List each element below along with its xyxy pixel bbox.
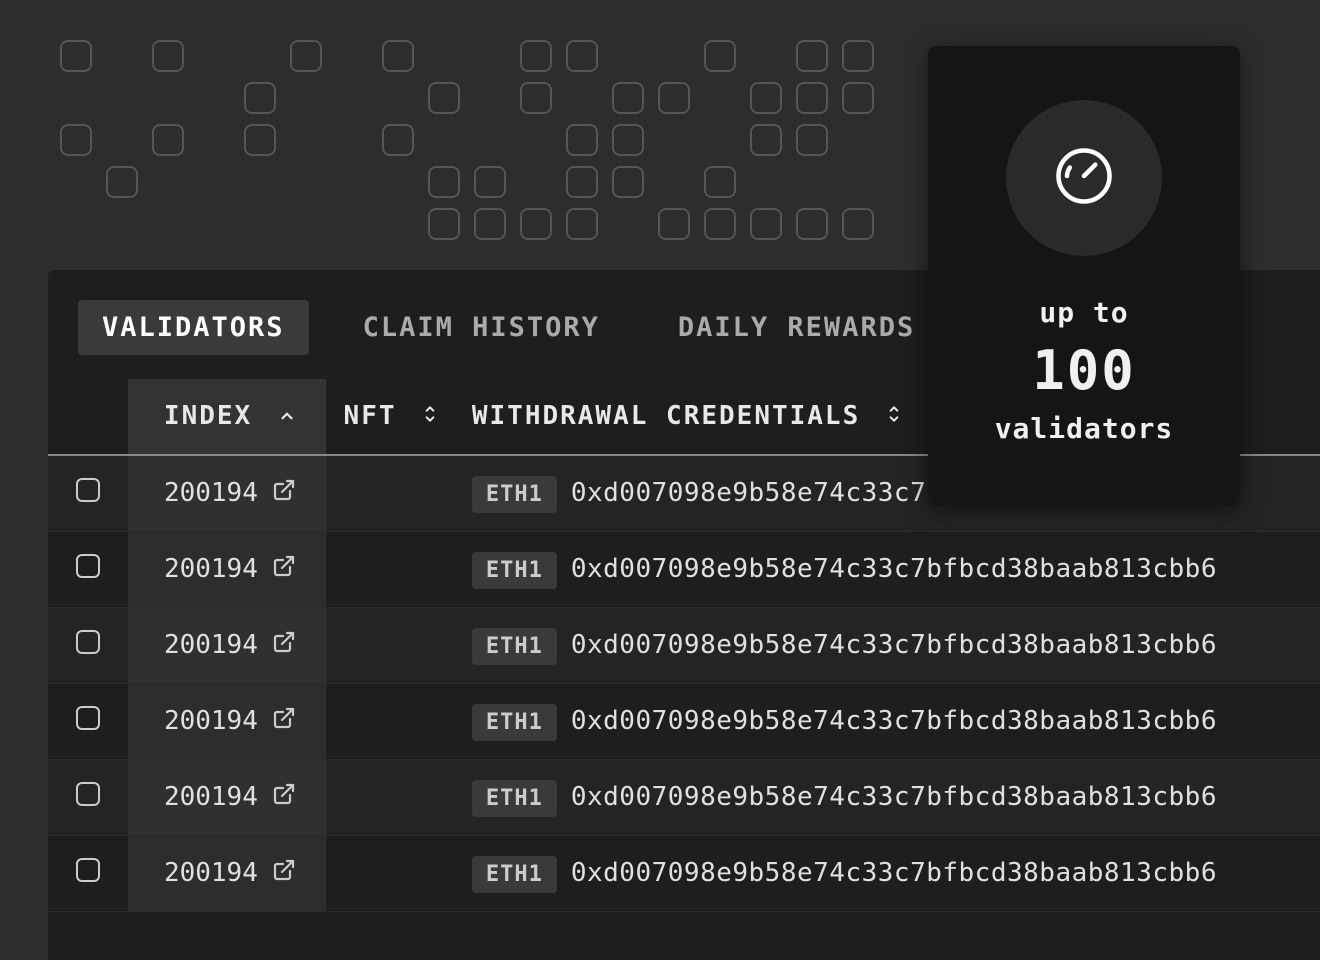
row-nft [326,455,456,532]
row-nft [326,835,456,911]
external-link-icon[interactable] [272,858,296,889]
withdrawal-address: 0xd007098e9b58e74c33c7bfbcd38baab813cbb6 [571,858,1217,888]
card-line1: up to [1039,296,1128,329]
gauge-circle [1006,100,1162,256]
table-row: 200194 ETH1 0xd007098e9b58e74c33c7bfbcd38b… [48,607,1320,683]
external-link-icon[interactable] [272,630,296,661]
table-row: 200194 ETH1 0xd007098e9b58e74c33c7bfbcd38b… [48,683,1320,759]
row-index: 200194 [164,858,258,888]
external-link-icon[interactable] [272,706,296,737]
col-nft-label: NFT [344,401,397,431]
col-index[interactable]: INDEX [128,379,326,455]
validators-capacity-card: up to 100 validators [928,46,1240,506]
col-select [48,379,128,455]
table-row: 200194 ETH1 0xd007098e9b58e74c33c7bfbcd38b… [48,835,1320,911]
row-checkbox[interactable] [76,706,100,730]
row-nft [326,607,456,683]
withdrawal-address: 0xd007098e9b58e74c33c7bfbcd38baab813cbb6 [571,706,1217,736]
card-line2: validators [995,412,1174,445]
row-checkbox[interactable] [76,478,100,502]
table-row: 200194 ETH1 0xd007098e9b58e74c33c7bfbcd38b… [48,759,1320,835]
row-checkbox[interactable] [76,782,100,806]
card-number: 100 [1032,339,1136,402]
col-withdrawal-label: WITHDRAWAL CREDENTIALS [472,401,860,431]
tab-validators[interactable]: VALIDATORS [78,300,309,355]
chevron-up-icon [278,402,296,432]
row-index: 200194 [164,630,258,660]
row-nft [326,531,456,607]
col-index-label: INDEX [164,401,252,431]
row-checkbox[interactable] [76,630,100,654]
external-link-icon[interactable] [272,554,296,585]
withdrawal-address: 0xd007098e9b58e74c33c7bfbcd38baab813cbb6 [571,554,1217,584]
row-nft [326,683,456,759]
row-nft [326,759,456,835]
chain-badge: ETH1 [472,856,557,893]
decorative-pattern [60,40,930,250]
table-row: 200194 ETH1 0xd007098e9b58e74c33c7bfbcd38b… [48,531,1320,607]
chain-badge: ETH1 [472,476,557,513]
row-checkbox[interactable] [76,858,100,882]
tab-claim-history[interactable]: CLAIM HISTORY [339,300,624,355]
tab-daily-rewards[interactable]: DAILY REWARDS [654,300,939,355]
sort-icon [886,402,902,432]
withdrawal-address: 0xd007098e9b58e74c33c7bfbcd38baab813cbb6 [571,782,1217,812]
row-index: 200194 [164,706,258,736]
row-checkbox[interactable] [76,554,100,578]
row-index: 200194 [164,782,258,812]
row-index: 200194 [164,554,258,584]
chain-badge: ETH1 [472,628,557,665]
chain-badge: ETH1 [472,780,557,817]
gauge-icon [1050,142,1118,214]
chain-badge: ETH1 [472,552,557,589]
chain-badge: ETH1 [472,704,557,741]
external-link-icon[interactable] [272,478,296,509]
withdrawal-address: 0xd007098e9b58e74c33c7bfbcd38baab813cbb6 [571,630,1217,660]
external-link-icon[interactable] [272,782,296,813]
row-index: 200194 [164,478,258,508]
sort-icon [422,402,438,432]
col-nft[interactable]: NFT [326,379,456,455]
